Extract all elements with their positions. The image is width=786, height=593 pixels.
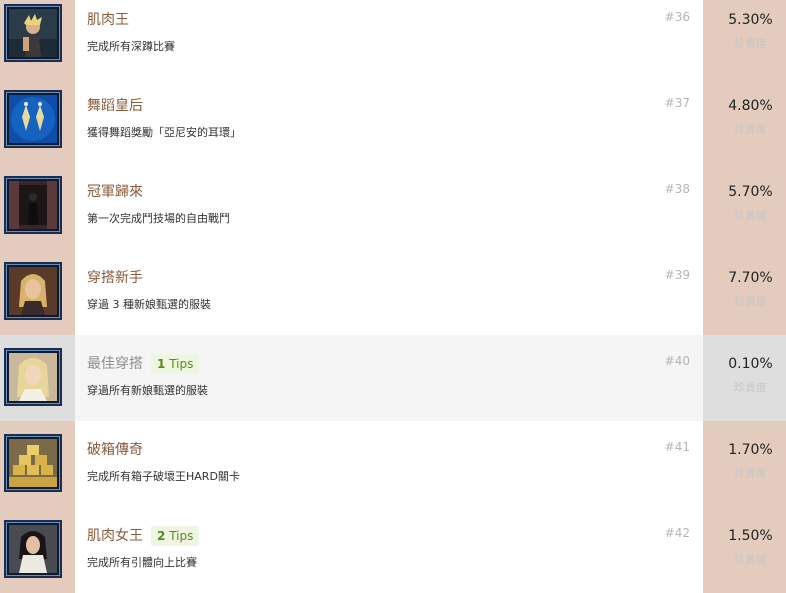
rarity-label: 珍貴度	[734, 381, 767, 394]
trophy-image-frame[interactable]	[4, 90, 62, 148]
trophy-row[interactable]: 最佳穿搭 1 Tips 穿過所有新娘甄選的服裝 #40 0.10% 珍貴度	[0, 335, 786, 421]
rarity-cell: 7.70% 珍貴度	[703, 249, 786, 335]
rarity-cell: 0.10% 珍貴度	[703, 335, 786, 421]
rarity-percent: 7.70%	[728, 270, 773, 286]
tips-badge[interactable]: 2 Tips	[151, 526, 200, 546]
rarity-percent: 5.70%	[728, 184, 773, 200]
best-outfit-trophy-icon	[9, 353, 57, 401]
trophy-info: 穿搭新手 穿過 3 種新娘甄選的服裝 #39	[75, 249, 703, 335]
tips-count: 2	[157, 529, 166, 543]
trophy-number: #41	[664, 440, 690, 454]
trophy-title[interactable]: 破箱傳奇	[87, 439, 143, 461]
rarity-label: 珍貴度	[734, 209, 767, 222]
rarity-label: 珍貴度	[734, 37, 767, 50]
tips-label: Tips	[169, 357, 194, 371]
rarity-cell: 1.70% 珍貴度	[703, 421, 786, 507]
rarity-percent: 5.30%	[728, 12, 773, 28]
trophy-info: 破箱傳奇 完成所有箱子破壞王HARD關卡 #41	[75, 421, 703, 507]
trophy-icon-cell	[0, 249, 75, 335]
rarity-cell: 5.70% 珍貴度	[703, 163, 786, 249]
dance-queen-earrings-trophy-icon	[9, 95, 57, 143]
tips-label: Tips	[169, 529, 194, 543]
rarity-percent: 0.10%	[728, 356, 773, 372]
trophy-title[interactable]: 穿搭新手	[87, 267, 143, 289]
trophy-info: 冠軍歸來 第一次完成鬥技場的自由戰鬥 #38	[75, 163, 703, 249]
trophy-number: #37	[664, 96, 690, 110]
trophy-description: 第一次完成鬥技場的自由戰鬥	[87, 212, 230, 225]
trophy-icon-cell	[0, 77, 75, 163]
trophy-description: 獲得舞蹈獎勵「亞尼安的耳環」	[87, 126, 241, 139]
rarity-percent: 4.80%	[728, 98, 773, 114]
trophy-number: #40	[664, 354, 690, 368]
trophy-image-frame[interactable]	[4, 262, 62, 320]
trophy-row[interactable]: 肌肉女王 2 Tips 完成所有引體向上比賽 #42 1.50% 珍貴度	[0, 507, 786, 593]
rarity-label: 珍貴度	[734, 467, 767, 480]
trophy-row[interactable]: 肌肉王 完成所有深蹲比賽 #36 5.30% 珍貴度	[0, 0, 786, 77]
trophy-title[interactable]: 最佳穿搭	[87, 353, 143, 375]
rarity-label: 珍貴度	[734, 123, 767, 136]
trophy-description: 完成所有箱子破壞王HARD關卡	[87, 470, 240, 483]
trophy-icon-cell	[0, 0, 75, 77]
box-breaker-legend-trophy-icon	[9, 439, 57, 487]
rarity-cell: 4.80% 珍貴度	[703, 77, 786, 163]
rarity-label: 珍貴度	[734, 295, 767, 308]
trophy-icon-cell	[0, 507, 75, 593]
trophy-number: #38	[664, 182, 690, 196]
rarity-label: 珍貴度	[734, 553, 767, 566]
trophy-image-frame[interactable]	[4, 4, 62, 62]
trophy-info: 肌肉王 完成所有深蹲比賽 #36	[75, 0, 703, 77]
trophy-row[interactable]: 穿搭新手 穿過 3 種新娘甄選的服裝 #39 7.70% 珍貴度	[0, 249, 786, 335]
trophy-number: #42	[664, 526, 690, 540]
trophy-row[interactable]: 破箱傳奇 完成所有箱子破壞王HARD關卡 #41 1.70% 珍貴度	[0, 421, 786, 507]
tips-badge[interactable]: 1 Tips	[151, 354, 200, 374]
trophy-icon-cell	[0, 163, 75, 249]
trophy-number: #39	[664, 268, 690, 282]
trophy-icon-cell	[0, 335, 75, 421]
trophy-image-frame[interactable]	[4, 434, 62, 492]
trophy-description: 穿過 3 種新娘甄選的服裝	[87, 298, 211, 311]
trophy-description: 完成所有引體向上比賽	[87, 556, 197, 569]
muscle-queen-trophy-icon	[9, 525, 57, 573]
trophy-image-frame[interactable]	[4, 176, 62, 234]
trophy-title[interactable]: 舞蹈皇后	[87, 95, 143, 117]
rarity-cell: 5.30% 珍貴度	[703, 0, 786, 77]
trophy-number: #36	[664, 10, 690, 24]
trophy-description: 完成所有深蹲比賽	[87, 40, 175, 53]
rarity-percent: 1.50%	[728, 528, 773, 544]
champion-returns-trophy-icon	[9, 181, 57, 229]
trophy-title[interactable]: 肌肉王	[87, 9, 129, 31]
trophy-title[interactable]: 冠軍歸來	[87, 181, 143, 203]
outfit-novice-trophy-icon	[9, 267, 57, 315]
trophy-image-frame[interactable]	[4, 348, 62, 406]
rarity-cell: 1.50% 珍貴度	[703, 507, 786, 593]
rarity-percent: 1.70%	[728, 442, 773, 458]
trophy-description: 穿過所有新娘甄選的服裝	[87, 384, 208, 397]
trophy-row[interactable]: 舞蹈皇后 獲得舞蹈獎勵「亞尼安的耳環」 #37 4.80% 珍貴度	[0, 77, 786, 163]
trophy-title[interactable]: 肌肉女王	[87, 525, 143, 547]
tips-count: 1	[157, 357, 166, 371]
trophy-info: 肌肉女王 2 Tips 完成所有引體向上比賽 #42	[75, 507, 703, 593]
muscle-king-trophy-icon	[9, 9, 57, 57]
trophy-info: 最佳穿搭 1 Tips 穿過所有新娘甄選的服裝 #40	[75, 335, 703, 421]
trophy-info: 舞蹈皇后 獲得舞蹈獎勵「亞尼安的耳環」 #37	[75, 77, 703, 163]
trophy-icon-cell	[0, 421, 75, 507]
trophy-image-frame[interactable]	[4, 520, 62, 578]
trophy-row[interactable]: 冠軍歸來 第一次完成鬥技場的自由戰鬥 #38 5.70% 珍貴度	[0, 163, 786, 249]
